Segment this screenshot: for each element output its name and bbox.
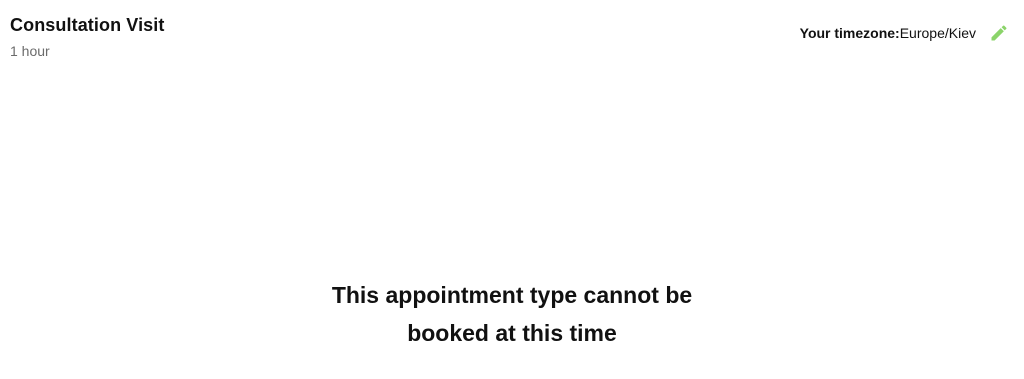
appointment-header: Consultation Visit 1 hour [10,14,164,60]
edit-timezone-button[interactable] [988,22,1010,44]
timezone-label: Your timezone: [799,25,900,41]
unavailable-message: This appointment type cannot be booked a… [0,276,1024,352]
unavailable-message-line-2: booked at this time [407,320,617,346]
booking-page: Consultation Visit 1 hour Your timezone:… [0,0,1024,379]
timezone-display: Your timezone: Europe/Kiev [800,22,1010,44]
appointment-title: Consultation Visit [10,15,165,35]
pencil-icon [991,25,1007,41]
appointment-duration: 1 hour [10,43,50,59]
unavailable-message-line-1: This appointment type cannot be [331,282,693,308]
timezone-value: Europe/Kiev [899,25,976,41]
